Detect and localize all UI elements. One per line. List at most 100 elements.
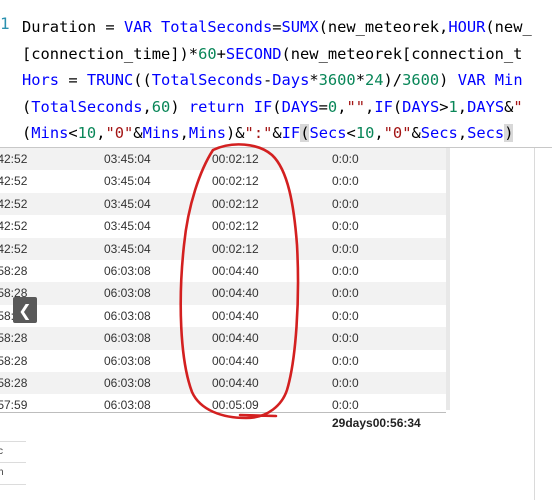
table-cell: :42:52 xyxy=(0,196,28,211)
formula-token: 10 xyxy=(355,124,375,142)
table-cell: 00:05:09 xyxy=(212,398,259,410)
table-cell: :42:52 xyxy=(0,152,28,166)
formula-token: IF xyxy=(281,124,301,142)
formula-token: "" xyxy=(346,97,366,116)
formula-token: ( xyxy=(392,97,403,116)
formula-token: Hors xyxy=(22,71,69,89)
formula-token: , xyxy=(457,97,468,116)
table-cell: 00:04:40 xyxy=(212,331,259,346)
formula-token: IF xyxy=(374,97,393,116)
formula-token: ( xyxy=(22,97,32,116)
formula-token: Mins xyxy=(31,124,69,142)
formula-token: & xyxy=(411,124,421,142)
table-cell: :42:52 xyxy=(0,241,28,256)
table-cell: :58:28 xyxy=(0,375,28,390)
line-number: 1 xyxy=(0,14,10,33)
formula-token: 3600 xyxy=(402,71,440,89)
table-cell: 03:45:04 xyxy=(104,196,151,211)
table-cell: 00:04:40 xyxy=(212,308,259,323)
formula-token: " xyxy=(513,97,523,116)
table-cell: 03:45:04 xyxy=(104,219,151,234)
formula-token: Mins xyxy=(142,124,180,142)
table-cell: 06:03:08 xyxy=(104,286,151,301)
table-cell: 00:02:12 xyxy=(212,196,259,211)
formula-token: , xyxy=(142,97,152,116)
formula-token: DAYS xyxy=(467,97,505,116)
table-cell: 00:04:40 xyxy=(212,263,259,278)
formula-token: TotalSeconds xyxy=(31,97,143,116)
formula-token: > xyxy=(439,97,449,116)
formula-token: TRUNC xyxy=(86,71,134,89)
table-cell: 06:03:08 xyxy=(104,353,151,368)
table-cell: :57:59 xyxy=(0,398,28,410)
total-value: 29days00:56:34 xyxy=(332,416,421,430)
table-cell: 0:0:0 xyxy=(332,152,359,166)
formula-bar[interactable]: 1 Duration = VAR TotalSeconds=SUMX(new_m… xyxy=(0,0,552,148)
formula-token: )/ xyxy=(383,71,403,89)
table-row: :42:52 03:45:04 00:02:12 0:0:0 xyxy=(0,215,446,237)
formula-token: ) xyxy=(504,124,514,142)
vertical-scrollbar[interactable] xyxy=(446,148,450,410)
formula-token: IF xyxy=(253,97,273,116)
formula-token: 24 xyxy=(364,71,384,89)
table-row: :42:52 03:45:04 00:02:12 0:0:0 xyxy=(0,237,446,260)
dax-formula-editor[interactable]: Duration = VAR TotalSeconds=SUMX(new_met… xyxy=(22,14,532,147)
pane-divider[interactable] xyxy=(534,148,535,500)
table-cell: 06:03:08 xyxy=(104,263,151,278)
table-cell: 06:03:08 xyxy=(104,331,151,346)
table-row: :42:52 03:45:04 00:02:12 0:0:0 xyxy=(0,170,446,192)
table-cell: 03:45:04 xyxy=(104,152,151,166)
table-row: :58:2806:03:0800:04:400:0:0 xyxy=(0,305,446,327)
formula-token: Duration = xyxy=(22,18,124,36)
formula-token: "0" xyxy=(383,124,412,142)
formula-token: - xyxy=(262,71,273,89)
table-cell: 0:0:0 xyxy=(332,353,359,368)
table-cell: 03:45:04 xyxy=(104,174,151,189)
total-separator xyxy=(0,412,446,413)
formula-token: ) xyxy=(170,97,189,116)
table-row: :58:2806:03:0800:04:400:0:0 xyxy=(0,371,446,395)
formula-token: (new_meteorek, xyxy=(318,18,449,36)
formula-token: VAR xyxy=(457,71,495,89)
table-cell: 0:0:0 xyxy=(332,331,359,346)
table-cell: :42:52 xyxy=(0,174,28,189)
divider xyxy=(0,441,26,442)
formula-token: 3600 xyxy=(318,71,356,89)
formula-token: , xyxy=(179,124,189,142)
formula-token: , xyxy=(365,97,375,116)
formula-token: "0" xyxy=(105,124,134,142)
field-list-item[interactable]: c xyxy=(0,446,3,457)
formula-token: ( xyxy=(272,97,282,116)
divider xyxy=(0,462,26,463)
formula-token: )& xyxy=(226,124,245,142)
table-row: :58:2806:03:0800:04:400:0:0 xyxy=(0,350,446,372)
table-cell: 00:04:40 xyxy=(212,286,259,301)
table-row: :42:52 03:45:04 00:02:12 0:0:0 xyxy=(0,192,446,216)
formula-token: * xyxy=(309,71,319,89)
table-cell: 0:0:0 xyxy=(332,196,359,211)
formula-token: < xyxy=(346,124,356,142)
formula-token: (( xyxy=(133,71,152,89)
formula-token: * xyxy=(355,71,365,89)
table-cell: 0:0:0 xyxy=(332,219,359,234)
table-cell: 0:0:0 xyxy=(332,263,359,278)
table-cell: :42:52 xyxy=(0,219,28,234)
formula-token: = xyxy=(68,71,87,89)
formula-token: & xyxy=(272,124,282,142)
formula-token: return xyxy=(188,97,254,116)
field-list-item[interactable]: h xyxy=(0,467,4,478)
table-cell: 00:02:12 xyxy=(212,152,259,166)
formula-token: Secs xyxy=(420,124,458,142)
formula-token: TotalSeconds xyxy=(161,18,273,36)
table-cell: 00:02:12 xyxy=(212,219,259,234)
formula-token: DAYS xyxy=(402,97,440,116)
formula-token: Secs xyxy=(467,124,505,142)
formula-token: (new_ xyxy=(485,18,532,36)
divider xyxy=(0,484,26,485)
formula-token: Secs xyxy=(309,124,347,142)
table-cell: 06:03:08 xyxy=(104,308,151,323)
formula-token: HOUR xyxy=(448,18,486,36)
table-cell: 0:0:0 xyxy=(332,241,359,256)
chevron-left-icon[interactable]: ❮ xyxy=(13,297,37,323)
formula-token: = xyxy=(272,18,282,36)
